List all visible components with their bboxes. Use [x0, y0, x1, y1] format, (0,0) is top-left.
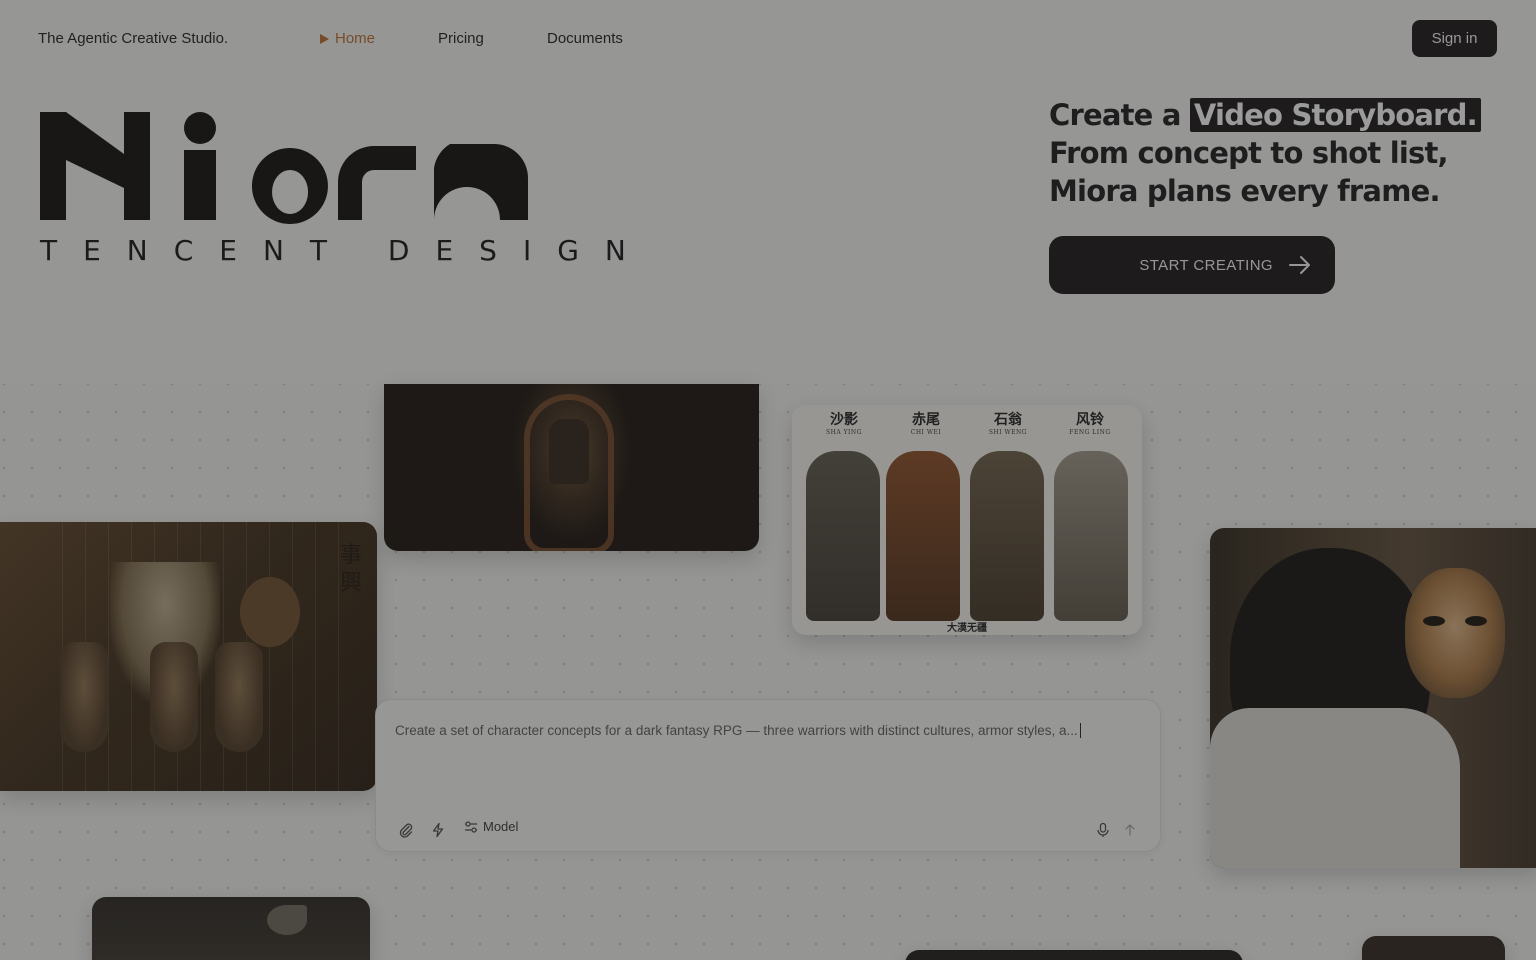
- arrow-right-icon: [1289, 256, 1310, 274]
- bird: [267, 905, 307, 935]
- brand-tagline: The Agentic Creative Studio.: [38, 30, 229, 47]
- microphone-icon[interactable]: [1094, 821, 1112, 839]
- keyhole-scene-image[interactable]: [384, 384, 759, 551]
- character-name: 赤尾 CHI WEI: [910, 412, 942, 436]
- nav-documents[interactable]: Documents: [547, 30, 623, 47]
- character-name: 石翁 SHI WENG: [988, 412, 1028, 436]
- prompt-input[interactable]: Create a set of character concepts for a…: [395, 723, 1143, 738]
- character-name: 沙影 SHA YING: [826, 412, 862, 436]
- sign-in-button[interactable]: Sign in: [1412, 20, 1497, 57]
- character-figure: [970, 451, 1044, 621]
- painted-face: [1405, 568, 1505, 698]
- hero-highlight: Video Storyboard.: [1189, 98, 1481, 132]
- hero-line-3: Miora plans every frame.: [1049, 174, 1441, 208]
- model-selector[interactable]: Model: [464, 819, 518, 834]
- character-sheet-image[interactable]: 沙影 SHA YING 赤尾 CHI WEI 石翁 SHI WENG 风铃 FENG L…: [792, 405, 1142, 635]
- hero-headline: Create a Video Storyboard. From concept …: [1049, 96, 1489, 210]
- character-figure: [1054, 451, 1128, 621]
- nav-home[interactable]: Home: [320, 30, 375, 47]
- eye: [1423, 616, 1445, 626]
- gallery-image[interactable]: [1362, 936, 1505, 960]
- puppet: [215, 642, 263, 752]
- eye: [1465, 616, 1487, 626]
- seated-figure: [549, 419, 589, 484]
- character-names: 沙影 SHA YING 赤尾 CHI WEI 石翁 SHI WENG 风铃 FENG L…: [812, 409, 1122, 436]
- logo-subtitle: TENCENT DESIGN: [40, 234, 652, 267]
- cta-label: START CREATING: [1139, 256, 1273, 274]
- hero-prefix: Create a: [1049, 98, 1190, 132]
- opera-makeup-image[interactable]: [1210, 528, 1536, 868]
- arrow-up-icon[interactable]: [1121, 821, 1139, 839]
- gallery-image[interactable]: [905, 950, 1243, 960]
- bird-scene-image[interactable]: [92, 897, 370, 960]
- sliders-icon: [465, 820, 477, 833]
- start-creating-button[interactable]: START CREATING: [1049, 236, 1335, 294]
- character-sheet-footer: 大漠无疆: [947, 623, 987, 634]
- puppeteer-scene-image[interactable]: 事興: [0, 522, 377, 791]
- landing-page: The Agentic Creative Studio. Home Pricin…: [0, 0, 1536, 960]
- child: [240, 577, 300, 647]
- nav-home-label: Home: [335, 30, 376, 47]
- play-icon: [320, 33, 329, 44]
- white-shirt: [1210, 708, 1460, 868]
- calligraphy-scroll: 事興: [340, 543, 363, 596]
- character-figure: [806, 451, 880, 621]
- prompt-box[interactable]: Create a set of character concepts for a…: [375, 699, 1161, 852]
- character-name: 风铃 FENG LING: [1069, 412, 1111, 436]
- prompt-text: Create a set of character concepts for a…: [395, 723, 1078, 738]
- puppet: [150, 642, 198, 752]
- lightning-icon[interactable]: [429, 821, 447, 839]
- character-figure: [886, 451, 960, 621]
- puppet: [60, 642, 108, 752]
- model-label: Model: [483, 819, 519, 834]
- hero-line-1: Create a Video Storyboard.: [1049, 96, 1489, 134]
- nav-pricing[interactable]: Pricing: [438, 30, 484, 47]
- hero-line-2: From concept to shot list,: [1049, 136, 1449, 170]
- paperclip-icon[interactable]: [397, 821, 415, 839]
- text-caret: [1079, 723, 1081, 738]
